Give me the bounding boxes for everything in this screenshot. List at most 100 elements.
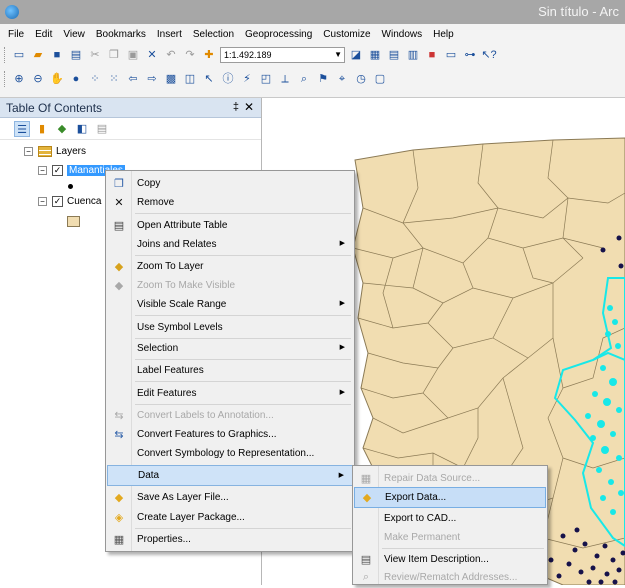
- collapse-icon[interactable]: −: [38, 197, 47, 206]
- menu-item-zoom-to-make-visible[interactable]: ◆ Zoom To Make Visible: [107, 275, 353, 296]
- collapse-icon[interactable]: −: [38, 166, 47, 175]
- undo-icon[interactable]: ↶: [163, 47, 179, 63]
- zoom-layer-icon: ◆: [107, 260, 131, 273]
- measure-icon[interactable]: ⟂: [277, 71, 293, 87]
- submenu-item-repair-data-source[interactable]: ▦ Repair Data Source...: [354, 468, 546, 489]
- back-extent-icon[interactable]: ⇦: [125, 71, 141, 87]
- map-scale-combobox[interactable]: 1:1.492.189▼: [220, 47, 345, 63]
- layer-name-cuenca[interactable]: Cuenca: [67, 196, 101, 207]
- submenu-item-export-to-cad[interactable]: Export to CAD...: [354, 508, 546, 529]
- menu-item-edit-features[interactable]: Edit Features ▶: [107, 383, 353, 404]
- tools-toolbar: ⊕ ⊖ ✋ ● ⁘ ⁙ ⇦ ⇨ ▩ ◫ ↖ ⓘ ⚡ ◰ ⟂ ⌕ ⚑ ⌖ ◷ ▢: [0, 66, 625, 98]
- fixed-zoom-in-icon[interactable]: ⁘: [87, 71, 103, 87]
- menu-view[interactable]: View: [63, 29, 92, 40]
- menu-item-data[interactable]: Data ▶: [107, 465, 353, 486]
- menu-item-label: Use Symbol Levels: [131, 322, 223, 333]
- toc-options-icon[interactable]: ▤: [94, 121, 110, 137]
- full-extent-icon[interactable]: ●: [68, 71, 84, 87]
- menu-help[interactable]: Help: [433, 29, 461, 40]
- arcmap-app-icon: [5, 5, 19, 19]
- copy-icon[interactable]: ❐: [106, 47, 122, 63]
- list-by-visibility-icon[interactable]: ◆: [54, 121, 70, 137]
- python-window-icon[interactable]: ▭: [443, 47, 459, 63]
- menu-item-label: Properties...: [131, 534, 191, 545]
- clear-selection-icon[interactable]: ◫: [182, 71, 198, 87]
- menu-item-create-layer-package[interactable]: ◈ Create Layer Package...: [107, 507, 353, 528]
- submenu-item-make-permanent[interactable]: Make Permanent: [354, 527, 546, 548]
- menu-edit[interactable]: Edit: [35, 29, 59, 40]
- cut-icon[interactable]: ✂: [87, 47, 103, 63]
- menu-geoprocessing[interactable]: Geoprocessing: [245, 29, 319, 40]
- toolbar-grip[interactable]: [4, 71, 7, 87]
- table-of-contents-icon[interactable]: ▦: [367, 47, 383, 63]
- search-window-icon[interactable]: ▥: [405, 47, 421, 63]
- redo-icon[interactable]: ↷: [182, 47, 198, 63]
- menu-item-joins-and-relates[interactable]: Joins and Relates ▶: [107, 234, 353, 255]
- menu-item-visible-scale-range[interactable]: Visible Scale Range ▶: [107, 294, 353, 315]
- zoom-in-icon[interactable]: ⊕: [11, 71, 27, 87]
- new-document-icon[interactable]: ▭: [11, 47, 27, 63]
- add-data-icon[interactable]: ✚: [201, 47, 217, 63]
- whats-this-icon[interactable]: ↖?: [481, 47, 497, 63]
- menu-item-label: Open Attribute Table: [131, 220, 227, 231]
- collapse-icon[interactable]: −: [24, 147, 33, 156]
- select-elements-icon[interactable]: ↖: [201, 71, 217, 87]
- menu-item-remove[interactable]: ✕ Remove: [107, 192, 353, 213]
- delete-icon[interactable]: ✕: [144, 47, 160, 63]
- find-icon[interactable]: ⌕: [296, 71, 312, 87]
- menu-item-selection[interactable]: Selection ▶: [107, 338, 353, 359]
- menu-customize[interactable]: Customize: [323, 29, 377, 40]
- list-by-source-icon[interactable]: ▮: [34, 121, 50, 137]
- menu-item-use-symbol-levels[interactable]: Use Symbol Levels: [107, 317, 353, 338]
- list-by-selection-icon[interactable]: ◧: [74, 121, 90, 137]
- identify-icon[interactable]: ⓘ: [220, 71, 236, 87]
- menu-item-copy[interactable]: ❐ Copy: [107, 173, 353, 194]
- menu-selection[interactable]: Selection: [193, 29, 241, 40]
- list-by-drawing-order-icon[interactable]: ☰: [14, 121, 30, 137]
- pin-icon[interactable]: ‡: [233, 101, 239, 113]
- menu-item-label-features[interactable]: Label Features: [107, 360, 353, 381]
- find-route-icon[interactable]: ⚑: [315, 71, 331, 87]
- select-features-icon[interactable]: ▩: [163, 71, 179, 87]
- fixed-zoom-out-icon[interactable]: ⁙: [106, 71, 122, 87]
- goto-xy-icon[interactable]: ⌖: [334, 71, 350, 87]
- arctoolbox-icon[interactable]: ■: [424, 47, 440, 63]
- menu-item-label: Convert Labels to Annotation...: [131, 410, 274, 421]
- pan-icon[interactable]: ✋: [49, 71, 65, 87]
- tree-row-layers[interactable]: − Layers: [24, 146, 86, 157]
- print-icon[interactable]: ▤: [68, 47, 84, 63]
- editor-toolbar-icon[interactable]: ◪: [348, 47, 364, 63]
- toc-header: Table Of Contents ‡ ✕: [0, 98, 261, 118]
- html-popup-icon[interactable]: ◰: [258, 71, 274, 87]
- menu-item-convert-symbology-to-representation[interactable]: Convert Symbology to Representation...: [107, 443, 353, 464]
- tree-row-cuenca[interactable]: − ✓ Cuenca: [38, 196, 101, 207]
- submenu-item-export-data[interactable]: ◆ Export Data...: [354, 487, 546, 508]
- toolbar-grip[interactable]: [4, 47, 7, 63]
- save-icon[interactable]: ■: [49, 47, 65, 63]
- zoom-out-icon[interactable]: ⊖: [30, 71, 46, 87]
- forward-extent-icon[interactable]: ⇨: [144, 71, 160, 87]
- menu-insert[interactable]: Insert: [157, 29, 189, 40]
- menu-item-convert-features-to-graphics[interactable]: ⇆ Convert Features to Graphics...: [107, 424, 353, 445]
- model-builder-icon[interactable]: ⊶: [462, 47, 478, 63]
- open-folder-icon[interactable]: ▰: [30, 47, 46, 63]
- menu-windows[interactable]: Windows: [382, 29, 430, 40]
- menu-item-properties[interactable]: ▦ Properties...: [107, 529, 353, 550]
- menu-file[interactable]: File: [8, 29, 31, 40]
- menu-bookmarks[interactable]: Bookmarks: [96, 29, 153, 40]
- menu-item-open-attribute-table[interactable]: ▤ Open Attribute Table: [107, 215, 353, 236]
- menu-divider: [135, 213, 351, 214]
- hyperlink-icon[interactable]: ⚡: [239, 71, 255, 87]
- layer-visibility-checkbox[interactable]: ✓: [52, 165, 63, 176]
- properties-icon: ▦: [107, 533, 131, 546]
- time-slider-icon[interactable]: ◷: [353, 71, 369, 87]
- menu-item-label: Selection: [131, 343, 178, 354]
- close-icon[interactable]: ✕: [244, 100, 254, 114]
- menu-item-zoom-to-layer[interactable]: ◆ Zoom To Layer: [107, 256, 353, 277]
- catalog-window-icon[interactable]: ▤: [386, 47, 402, 63]
- create-viewer-icon[interactable]: ▢: [372, 71, 388, 87]
- layer-visibility-checkbox[interactable]: ✓: [52, 196, 63, 207]
- menu-item-convert-labels-to-annotation[interactable]: ⇆ Convert Labels to Annotation...: [107, 405, 353, 426]
- menu-item-save-as-layer-file[interactable]: ◆ Save As Layer File...: [107, 487, 353, 508]
- paste-icon[interactable]: ▣: [125, 47, 141, 63]
